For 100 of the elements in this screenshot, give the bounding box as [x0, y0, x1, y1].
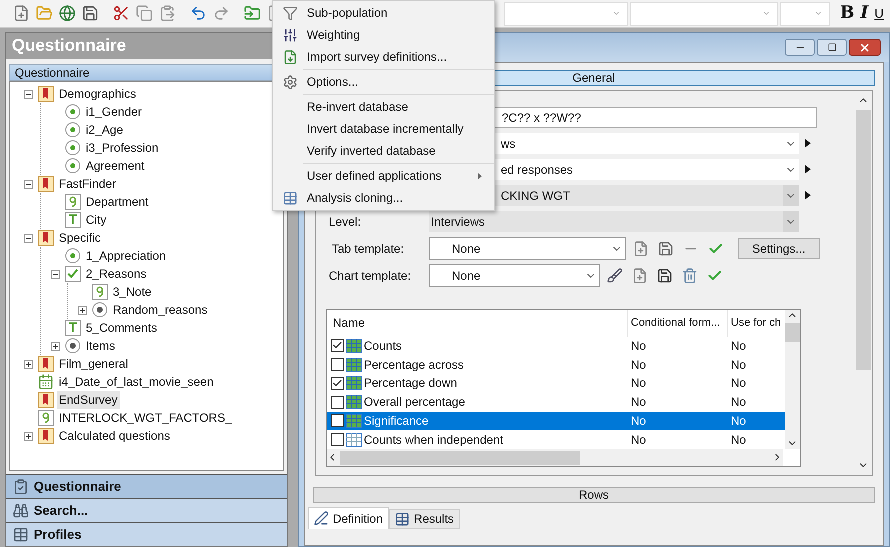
tree-item[interactable]: i3_Profession: [84, 139, 161, 157]
caret-icon: [814, 9, 824, 18]
tree-item[interactable]: INTERLOCK_WGT_FACTORS_: [57, 409, 234, 427]
close-button[interactable]: [849, 39, 881, 56]
expand-toggle[interactable]: [51, 342, 60, 350]
italic-button[interactable]: I: [860, 0, 869, 26]
table-cell-text: No: [730, 338, 748, 355]
tab[interactable]: Results: [389, 509, 460, 529]
tree-item[interactable]: Calculated questions: [57, 427, 172, 445]
binoculars-icon: [13, 502, 29, 518]
dropdown[interactable]: None: [429, 264, 600, 287]
bookmark-icon: [38, 86, 54, 102]
tab[interactable]: Definition: [308, 507, 390, 529]
new-file-icon[interactable]: [633, 240, 649, 256]
new-file-icon[interactable]: [632, 268, 648, 284]
scroll-thumb[interactable]: [785, 323, 800, 342]
horizontal-scrollbar[interactable]: [327, 449, 783, 466]
copy-icon[interactable]: [135, 4, 153, 22]
undo-icon[interactable]: [189, 4, 207, 22]
cell-text: Counts when independent: [364, 432, 504, 449]
table-row[interactable]: Significance No No: [327, 412, 785, 430]
tree-item[interactable]: FastFinder: [57, 175, 118, 193]
cell-text: Percentage down: [364, 375, 458, 392]
collapse-toggle[interactable]: [24, 90, 33, 98]
scroll-thumb[interactable]: [340, 450, 580, 464]
radio-icon: [65, 338, 81, 354]
tree-item[interactable]: Film_general: [57, 355, 130, 373]
cell-text: Overall percentage: [364, 394, 466, 412]
play-arrow-icon[interactable]: [805, 165, 811, 174]
tree-item[interactable]: 3_Note: [111, 283, 154, 301]
expand-toggle[interactable]: [78, 306, 87, 314]
column-header[interactable]: Use for ch: [728, 310, 785, 337]
table-cell-text: No: [730, 412, 748, 430]
redo-icon[interactable]: [212, 4, 230, 22]
menu-item[interactable]: Sub-population: [273, 2, 494, 24]
table-row[interactable]: Counts No No: [327, 336, 785, 356]
checkbox[interactable]: [331, 414, 344, 428]
section-bar: Rows: [313, 487, 875, 503]
table-icon: [282, 190, 298, 206]
tree-item[interactable]: i2_Age: [84, 121, 126, 139]
tree-item[interactable]: Agreement: [84, 157, 147, 175]
save-icon[interactable]: [81, 4, 99, 22]
table-row[interactable]: Percentage across No No: [327, 355, 785, 374]
save-icon[interactable]: [658, 240, 674, 256]
folder-arrow-icon[interactable]: [243, 4, 261, 22]
collapse-toggle[interactable]: [24, 180, 33, 188]
radio-icon: [65, 248, 81, 264]
globe-icon[interactable]: [58, 4, 76, 22]
scroll-thumb[interactable]: [856, 110, 871, 370]
column-header[interactable]: Conditional form...: [628, 310, 728, 337]
tree-item[interactable]: EndSurvey: [57, 391, 120, 409]
vertical-scrollbar[interactable]: [785, 310, 800, 449]
tree-item[interactable]: 5_Comments: [84, 319, 160, 337]
new-file-icon[interactable]: [12, 4, 30, 22]
settings-icon: [282, 74, 298, 90]
maximize-button[interactable]: [817, 39, 847, 56]
caret-icon: [612, 9, 622, 18]
tree-item[interactable]: Random_reasons: [111, 301, 210, 319]
table-icon: [395, 512, 410, 526]
dropdown[interactable]: None: [429, 237, 626, 260]
table-cell-text: No: [730, 394, 748, 412]
bold-button[interactable]: B: [840, 0, 855, 26]
nav-button[interactable]: Questionnaire: [6, 474, 287, 498]
expand-toggle[interactable]: [24, 432, 33, 440]
expand-toggle[interactable]: [24, 360, 33, 368]
table-cell-text: No: [630, 412, 648, 430]
checkbox[interactable]: [331, 433, 344, 446]
table-row[interactable]: Percentage down No No: [327, 374, 785, 393]
save-icon[interactable]: [657, 268, 673, 284]
checkbox[interactable]: [331, 376, 344, 390]
checkbox[interactable]: [331, 396, 344, 409]
tree-item[interactable]: City: [84, 211, 109, 229]
brush-icon[interactable]: [607, 268, 623, 284]
scissors-icon[interactable]: [112, 4, 130, 22]
underline-button[interactable]: U: [874, 4, 884, 24]
collapse-toggle[interactable]: [51, 270, 60, 278]
nav-button[interactable]: Search...: [6, 498, 287, 522]
tree-item[interactable]: i1_Gender: [84, 103, 144, 121]
column-header[interactable]: Name: [327, 310, 628, 337]
checkbox[interactable]: [331, 358, 344, 372]
tree-item[interactable]: Items: [84, 337, 118, 355]
caret-icon: [762, 9, 772, 18]
tree-item[interactable]: 1_Appreciation: [84, 247, 168, 265]
sliders-icon: [282, 28, 298, 42]
collapse-toggle[interactable]: [24, 234, 33, 242]
settings-button[interactable]: Settings...: [738, 238, 820, 259]
tree-item[interactable]: Specific: [57, 229, 104, 247]
tree-item[interactable]: i4_Date_of_last_movie_seen: [57, 373, 216, 391]
play-arrow-icon[interactable]: [805, 139, 811, 148]
radio-icon: [65, 104, 81, 120]
table-row[interactable]: Counts when independent No No: [327, 430, 785, 450]
nav-button[interactable]: Profiles: [6, 522, 287, 546]
paste-icon[interactable]: [158, 4, 176, 22]
tree-item[interactable]: Demographics: [57, 85, 138, 103]
trash-icon[interactable]: [682, 268, 698, 284]
tree-item[interactable]: 2_Reasons: [84, 265, 149, 283]
checkbox[interactable]: [331, 339, 344, 352]
table-row[interactable]: Overall percentage No No: [327, 392, 785, 412]
close-icon: [859, 42, 871, 54]
tree-item[interactable]: Department: [84, 193, 151, 211]
